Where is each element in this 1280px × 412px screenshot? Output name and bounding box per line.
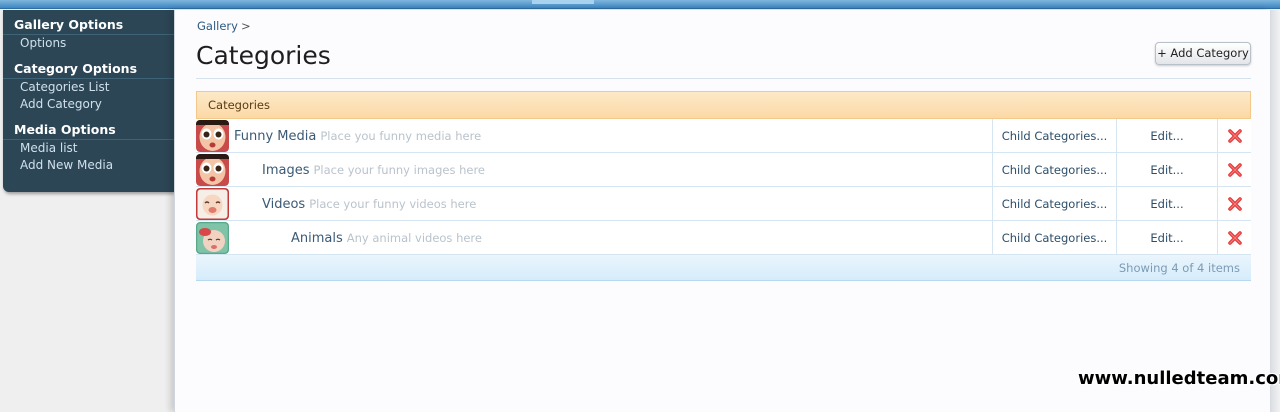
- edit-link[interactable]: Edit...: [1116, 187, 1217, 221]
- delete-icon: [1227, 156, 1242, 177]
- category-thumbnail[interactable]: [196, 120, 229, 152]
- edit-link[interactable]: Edit...: [1116, 119, 1217, 153]
- sidebar-section-gallery: Gallery Options Options: [3, 10, 174, 52]
- delete-icon: [1227, 190, 1242, 211]
- sidebar-item-add-new-media[interactable]: Add New Media: [3, 157, 174, 174]
- edit-link[interactable]: Edit...: [1116, 153, 1217, 187]
- breadcrumb-separator: >: [240, 19, 251, 33]
- breadcrumb-gallery-link[interactable]: Gallery: [197, 19, 238, 33]
- category-name-cell: Funny Media Place you funny media here: [234, 119, 481, 153]
- child-categories-link[interactable]: Child Categories...: [992, 187, 1116, 221]
- sidebar-item-options[interactable]: Options: [3, 35, 174, 52]
- sidebar-section-media: Media Options Media list Add New Media: [3, 113, 174, 174]
- category-thumbnail[interactable]: [196, 154, 229, 186]
- sidebar-heading-category: Category Options: [3, 61, 174, 79]
- top-bar: [0, 0, 1280, 9]
- breadcrumb: Gallery >: [197, 19, 251, 33]
- page-edge-shadow: [1270, 10, 1280, 412]
- category-description: Place you funny media here: [320, 129, 482, 143]
- sidebar-item-media-list[interactable]: Media list: [3, 140, 174, 157]
- sidebar-section-category: Category Options Categories List Add Cat…: [3, 52, 174, 113]
- top-bar-tab[interactable]: [532, 0, 594, 4]
- child-categories-link[interactable]: Child Categories...: [992, 221, 1116, 255]
- category-description: Any animal videos here: [346, 231, 482, 245]
- category-description: Place your funny images here: [313, 163, 486, 177]
- add-category-button[interactable]: + Add Category: [1155, 42, 1251, 65]
- sidebar-item-categories-list[interactable]: Categories List: [3, 79, 174, 96]
- delete-button[interactable]: [1217, 221, 1251, 255]
- title-divider: [196, 78, 1251, 79]
- table-row: Animals Any animal videos here Child Cate…: [196, 221, 1251, 255]
- category-thumbnail[interactable]: [196, 188, 229, 220]
- delete-icon: [1227, 224, 1242, 245]
- sidebar-item-add-category[interactable]: Add Category: [3, 96, 174, 113]
- category-name-link[interactable]: Funny Media: [234, 129, 316, 144]
- child-categories-link[interactable]: Child Categories...: [992, 119, 1116, 153]
- category-name-link[interactable]: Videos: [262, 197, 305, 212]
- category-name-cell: Videos Place your funny videos here: [262, 187, 476, 221]
- category-name-link[interactable]: Animals: [291, 231, 343, 246]
- watermark-text: www.nulledteam.com: [1078, 368, 1280, 389]
- categories-table: Categories Funny Media Place you funny me…: [196, 91, 1251, 281]
- table-row: Videos Place your funny videos here Child…: [196, 187, 1251, 221]
- page-title: Categories: [196, 41, 331, 70]
- delete-button[interactable]: [1217, 119, 1251, 153]
- main-panel: Gallery > Categories + Add Category Categ…: [174, 10, 1270, 412]
- category-name-cell: Images Place your funny images here: [262, 153, 485, 187]
- category-name-link[interactable]: Images: [262, 163, 310, 178]
- edit-link[interactable]: Edit...: [1116, 221, 1217, 255]
- sidebar-heading-gallery: Gallery Options: [3, 17, 174, 35]
- table-row: Images Place your funny images here Child…: [196, 153, 1251, 187]
- sidebar-heading-media: Media Options: [3, 122, 174, 140]
- table-header: Categories: [196, 91, 1251, 119]
- table-row: Funny Media Place you funny media here Ch…: [196, 119, 1251, 153]
- category-description: Place your funny videos here: [309, 197, 477, 211]
- category-name-cell: Animals Any animal videos here: [291, 221, 482, 255]
- child-categories-link[interactable]: Child Categories...: [992, 153, 1116, 187]
- delete-button[interactable]: [1217, 187, 1251, 221]
- sidebar: Gallery Options Options Category Options…: [3, 10, 174, 192]
- delete-icon: [1227, 122, 1242, 143]
- delete-button[interactable]: [1217, 153, 1251, 187]
- category-thumbnail[interactable]: [196, 222, 229, 254]
- table-footer: Showing 4 of 4 items: [196, 255, 1251, 281]
